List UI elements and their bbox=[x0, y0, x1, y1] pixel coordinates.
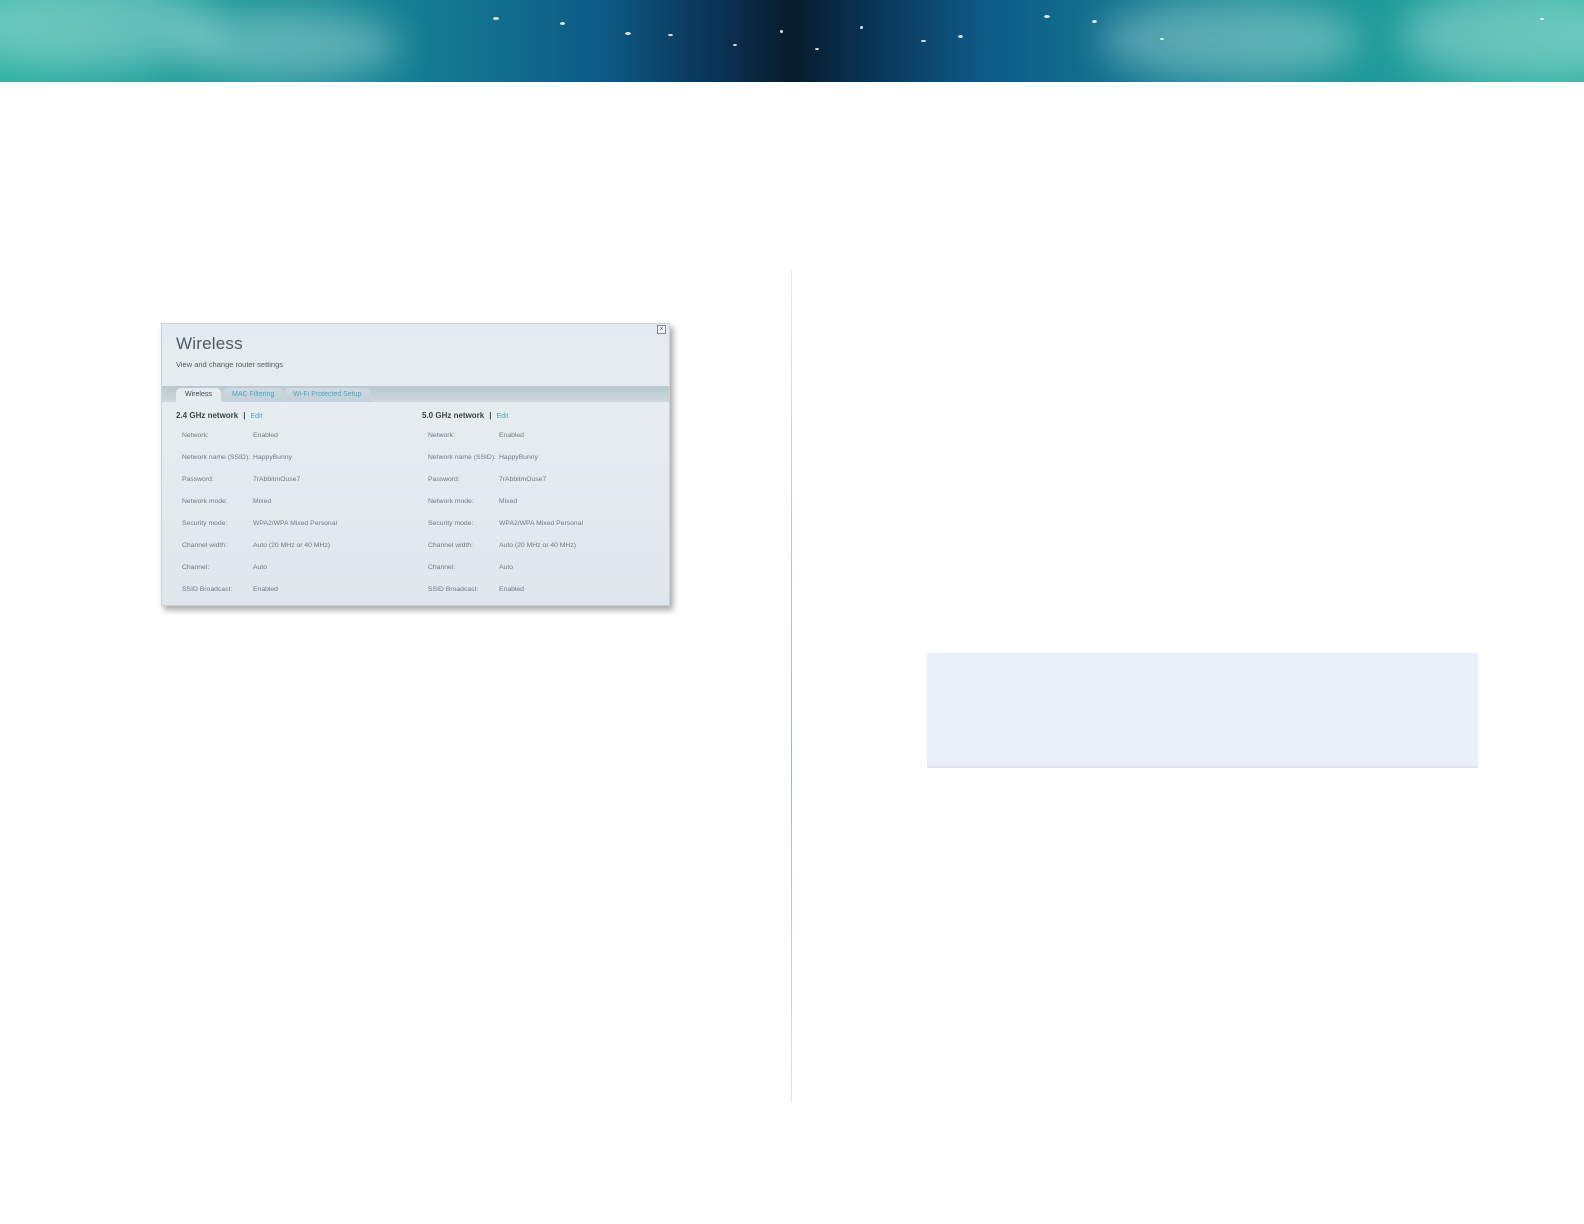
dialog-title: Wireless bbox=[176, 334, 243, 353]
row-50-network-value: Enabled bbox=[499, 432, 524, 439]
wireless-dialog: × Wireless View and change router settin… bbox=[161, 323, 670, 606]
row-50-channel-label: Channel: bbox=[428, 564, 456, 571]
row-50-network-label: Network: bbox=[428, 432, 455, 439]
edit-24-link[interactable]: Edit bbox=[251, 413, 263, 420]
row-50-password-value: 7rAbbitmOuse7 bbox=[499, 476, 547, 483]
row-24-channel-label: Channel: bbox=[182, 564, 210, 571]
row-50-width-value: Auto (20 MHz or 40 MHz) bbox=[499, 542, 577, 549]
row-24-ssid-value: HappyBunny bbox=[253, 454, 292, 461]
row-24-password-value: 7rAbbitmOuse7 bbox=[253, 476, 301, 483]
row-24-network-value: Enabled bbox=[253, 432, 278, 439]
row-50-ssid-label: Network name (SSID): bbox=[428, 454, 496, 461]
column-divider bbox=[791, 270, 792, 1102]
row-24-channel-value: Auto bbox=[253, 564, 267, 571]
row-50-password-label: Password: bbox=[428, 476, 460, 483]
network-50-heading: 5.0 GHz network | Edit bbox=[422, 411, 509, 420]
close-icon[interactable]: × bbox=[657, 325, 666, 334]
row-50-mode-value: Mixed bbox=[499, 498, 518, 505]
row-50-ssid-value: HappyBunny bbox=[499, 454, 538, 461]
edit-50-link[interactable]: Edit bbox=[497, 413, 509, 420]
heading-separator: | bbox=[489, 411, 492, 420]
header-banner bbox=[0, 0, 1584, 82]
row-24-password-label: Password: bbox=[182, 476, 214, 483]
heading-separator: | bbox=[243, 411, 246, 420]
row-50-security-value: WPA2/WPA Mixed Personal bbox=[499, 520, 583, 527]
row-24-security-value: WPA2/WPA Mixed Personal bbox=[253, 520, 337, 527]
row-24-width-value: Auto (20 MHz or 40 MHz) bbox=[253, 542, 331, 549]
row-24-mode-value: Mixed bbox=[253, 498, 272, 505]
tab-wireless[interactable]: Wireless bbox=[176, 388, 221, 402]
row-24-broadcast-value: Enabled bbox=[253, 586, 278, 593]
row-50-broadcast-label: SSID Broadcast: bbox=[428, 586, 479, 593]
row-24-security-label: Security mode: bbox=[182, 520, 228, 527]
row-24-mode-label: Network mode: bbox=[182, 498, 228, 505]
network-50-title: 5.0 GHz network bbox=[422, 411, 485, 420]
row-50-broadcast-value: Enabled bbox=[499, 586, 524, 593]
row-24-ssid-label: Network name (SSID): bbox=[182, 454, 250, 461]
row-24-network-label: Network: bbox=[182, 432, 209, 439]
row-24-width-label: Channel width: bbox=[182, 542, 227, 549]
row-24-broadcast-label: SSID Broadcast: bbox=[182, 586, 233, 593]
row-50-width-label: Channel width: bbox=[428, 542, 473, 549]
network-24-title: 2.4 GHz network bbox=[176, 411, 239, 420]
network-24-heading: 2.4 GHz network | Edit bbox=[176, 411, 263, 420]
dialog-subtitle: View and change router settings bbox=[176, 360, 284, 369]
row-50-security-label: Security mode: bbox=[428, 520, 474, 527]
row-50-mode-label: Network mode: bbox=[428, 498, 474, 505]
row-50-channel-value: Auto bbox=[499, 564, 513, 571]
tab-mac-filtering[interactable]: MAC Filtering bbox=[223, 388, 284, 402]
tab-wifi-protected-setup[interactable]: Wi-Fi Protected Setup bbox=[284, 388, 371, 402]
note-box bbox=[927, 653, 1478, 768]
